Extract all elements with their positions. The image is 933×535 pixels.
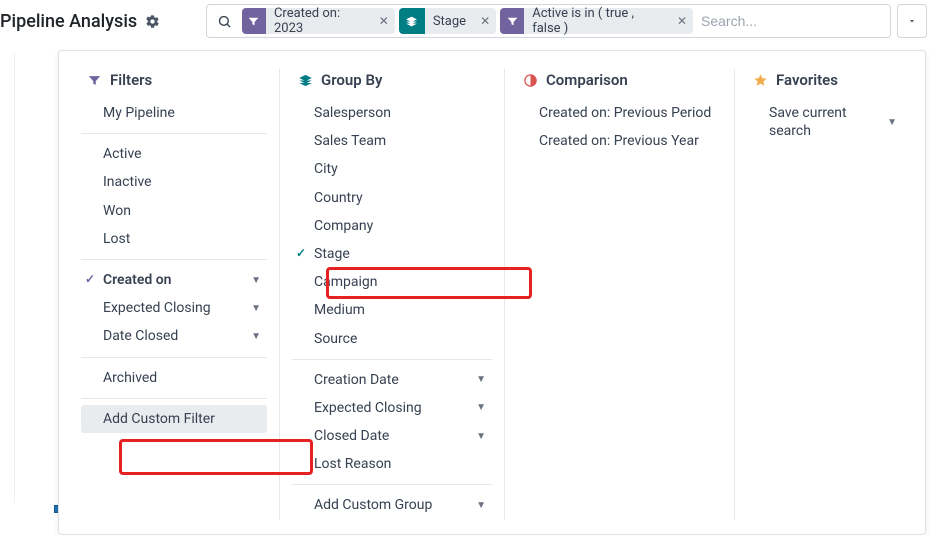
- divider: [81, 259, 267, 260]
- page-title: Pipeline Analysis: [0, 11, 137, 32]
- pill-label: Created on: 2023: [266, 6, 373, 36]
- comparison-column: Comparison Created on: Previous Period C…: [504, 69, 734, 520]
- gear-icon[interactable]: [145, 14, 160, 29]
- group-campaign[interactable]: Campaign: [292, 268, 492, 296]
- group-sales-team[interactable]: Sales Team: [292, 127, 492, 155]
- add-custom-filter[interactable]: Add Custom Filter: [81, 405, 267, 433]
- group-country[interactable]: Country: [292, 184, 492, 212]
- chevron-down-icon: ▼: [251, 302, 261, 315]
- search-bar[interactable]: Created on: 2023 ✕ Stage ✕ Active is in …: [206, 4, 891, 38]
- favorites-heading: Favorites: [747, 69, 903, 99]
- group-lost-reason[interactable]: Lost Reason: [292, 450, 492, 478]
- filter-icon: [242, 8, 266, 34]
- filter-date-closed[interactable]: Date Closed▼: [81, 322, 267, 350]
- divider: [81, 133, 267, 134]
- filter-won[interactable]: Won: [81, 197, 267, 225]
- search-input[interactable]: [697, 9, 886, 33]
- search-options-toggle[interactable]: [897, 4, 927, 38]
- close-icon[interactable]: ✕: [474, 14, 496, 28]
- filter-inactive[interactable]: Inactive: [81, 168, 267, 196]
- group-expected-closing[interactable]: Expected Closing▼: [292, 394, 492, 422]
- filters-heading: Filters: [81, 69, 267, 99]
- layers-icon: [399, 8, 425, 34]
- group-pill-stage[interactable]: Stage ✕: [399, 8, 496, 34]
- pill-label: Active is in ( true , false ): [524, 6, 671, 36]
- save-current-search[interactable]: Save current search▼: [747, 99, 903, 145]
- groupby-column: Group By Salesperson Sales Team City Cou…: [279, 69, 504, 520]
- filters-column: Filters My Pipeline Active Inactive Won …: [69, 69, 279, 520]
- group-medium[interactable]: Medium: [292, 296, 492, 324]
- layers-icon: [298, 73, 313, 88]
- star-icon: [753, 73, 768, 88]
- filter-pill-created-on[interactable]: Created on: 2023 ✕: [242, 8, 395, 34]
- contrast-icon: [523, 73, 538, 88]
- filter-archived[interactable]: Archived: [81, 364, 267, 392]
- divider: [292, 484, 492, 485]
- page-title-area: Pipeline Analysis: [0, 11, 206, 32]
- pill-label: Stage: [425, 14, 474, 29]
- chevron-down-icon: ▼: [251, 274, 261, 287]
- chevron-down-icon: ▼: [476, 373, 486, 386]
- filter-expected-closing[interactable]: Expected Closing▼: [81, 294, 267, 322]
- search-panel: Filters My Pipeline Active Inactive Won …: [58, 50, 926, 535]
- group-city[interactable]: City: [292, 155, 492, 183]
- comparison-prev-period[interactable]: Created on: Previous Period: [517, 99, 722, 127]
- comparison-heading: Comparison: [517, 69, 722, 99]
- filter-icon: [87, 73, 102, 88]
- comparison-prev-year[interactable]: Created on: Previous Year: [517, 127, 722, 155]
- filter-created-on[interactable]: Created on▼: [81, 266, 267, 294]
- divider: [81, 398, 267, 399]
- filter-icon: [500, 8, 524, 34]
- group-source[interactable]: Source: [292, 325, 492, 353]
- chevron-down-icon: ▼: [476, 430, 486, 443]
- chevron-down-icon: ▼: [887, 116, 897, 129]
- divider: [81, 357, 267, 358]
- favorites-column: Favorites Save current search▼: [734, 69, 915, 520]
- add-custom-group[interactable]: Add Custom Group▼: [292, 491, 492, 519]
- group-stage[interactable]: Stage: [292, 240, 492, 268]
- group-closed-date[interactable]: Closed Date▼: [292, 422, 492, 450]
- filter-active[interactable]: Active: [81, 140, 267, 168]
- filter-my-pipeline[interactable]: My Pipeline: [81, 99, 267, 127]
- search-icon: [211, 14, 238, 29]
- close-icon[interactable]: ✕: [373, 14, 395, 28]
- filter-lost[interactable]: Lost: [81, 225, 267, 253]
- group-company[interactable]: Company: [292, 212, 492, 240]
- topbar: Pipeline Analysis Created on: 2023 ✕ Sta…: [0, 0, 933, 42]
- groupby-heading: Group By: [292, 69, 492, 99]
- filter-pill-active[interactable]: Active is in ( true , false ) ✕: [500, 8, 693, 34]
- chevron-down-icon: ▼: [476, 401, 486, 414]
- divider: [292, 359, 492, 360]
- group-salesperson[interactable]: Salesperson: [292, 99, 492, 127]
- close-icon[interactable]: ✕: [671, 14, 693, 28]
- chevron-down-icon: ▼: [476, 499, 486, 512]
- group-creation-date[interactable]: Creation Date▼: [292, 366, 492, 394]
- chevron-down-icon: ▼: [251, 330, 261, 343]
